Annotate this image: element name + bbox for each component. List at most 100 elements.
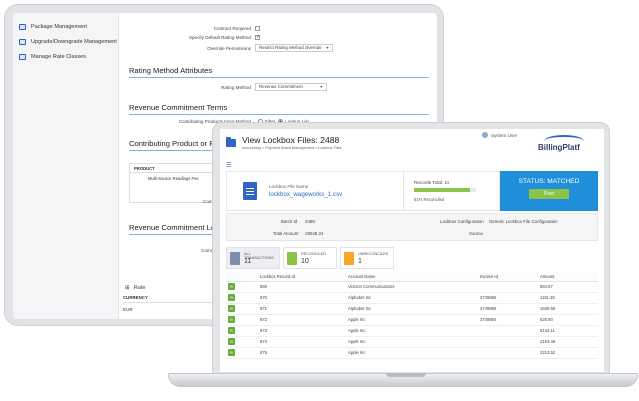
table-header-cell[interactable]: Invoice Id xyxy=(478,273,538,282)
table-header-cell[interactable]: Lockbox Record Id xyxy=(258,273,346,282)
reconciled-progress-bar xyxy=(414,188,476,192)
section-divider xyxy=(129,234,221,235)
sidebar-item-upgrade-downgrade[interactable]: Upgrade/Downgrade Management xyxy=(13,34,118,49)
currency-value: EUR xyxy=(123,307,133,312)
file-name-link[interactable]: lockbox_wageworks_1.csv xyxy=(269,191,342,198)
rating-method-label: Rating Method xyxy=(221,84,251,90)
post-button[interactable]: Post xyxy=(529,189,569,199)
chevron-down-icon: ▼ xyxy=(325,46,330,50)
reconciled-badge: R xyxy=(228,338,235,345)
currency-header: CURRENCY xyxy=(123,295,223,303)
table-row[interactable]: R 869 Verizon Communications 864.67 xyxy=(226,281,598,293)
page-title: View Lockbox Files: 2488 xyxy=(242,135,340,145)
status-text: STATUS: MATCHED xyxy=(518,178,580,185)
override-permissions-row: Override Permissions Restrict Rating Met… xyxy=(119,44,334,52)
transactions-icon xyxy=(230,252,240,265)
table-row[interactable]: R 872 Apple Inc 3749864 626.60 xyxy=(226,314,598,326)
table-row[interactable]: R 873 Apple Inc 5143.11 xyxy=(226,325,598,337)
account-name-cell: Verizon Communications xyxy=(346,281,478,293)
transactions-table: Lockbox Record Id Account Name Invoice I… xyxy=(226,273,598,359)
reconciled-progress-fill xyxy=(414,188,471,192)
record-id-cell: 869 xyxy=(258,281,346,293)
reconciled-badge: R xyxy=(228,283,235,290)
reconciled-badge: R xyxy=(228,305,235,312)
override-permissions-label: Override Permissions xyxy=(207,45,251,51)
rating-method-row: Rating Method Revenue Commitment ▼ xyxy=(119,83,327,91)
revenue-terms-section-title: Revenue Commitment Terms xyxy=(129,103,228,112)
batch-id-value: 2488 xyxy=(305,219,315,224)
tab-all-transactions[interactable]: ALL TRANSACTIONS 11 xyxy=(226,247,280,269)
batch-info-panel: Batch Id 2488 Total Amount 28048.34 Lock… xyxy=(226,213,598,241)
section-divider xyxy=(129,150,221,151)
contract-required-checkbox[interactable] xyxy=(255,26,260,31)
section-divider xyxy=(129,77,429,78)
override-permissions-select[interactable]: Restrict Rating Method Override ▼ xyxy=(255,44,334,52)
records-total-label: Records Total: 11 xyxy=(414,180,450,185)
rate-checkbox-icon[interactable]: ⊞ xyxy=(125,285,130,291)
rating-method-section-title: Rating Method Attributes xyxy=(129,66,213,75)
folder-icon xyxy=(226,137,236,147)
package-icon xyxy=(19,23,26,30)
total-amount-value: 28048.34 xyxy=(305,231,324,236)
tab-count: 10 xyxy=(301,258,309,265)
table-row[interactable]: R 870 Alphabet Inc 3749865 1161.35 xyxy=(226,292,598,304)
unreconciled-icon xyxy=(344,252,354,265)
invoice-id-cell: 3749864 xyxy=(478,314,538,326)
specify-default-checkbox[interactable] xyxy=(255,34,260,40)
page-header: View Lockbox Files: 2488 Accounting > Pa… xyxy=(220,129,604,159)
rate-class-icon xyxy=(19,53,26,60)
invoice-id-cell xyxy=(478,336,538,348)
revenue-levels-section-title: Revenue Commitment Leve xyxy=(129,223,224,232)
filter-icon[interactable]: ☰ xyxy=(226,162,231,169)
account-name-cell: Alphabet Inc xyxy=(346,303,478,315)
table-header-cell[interactable]: Amount xyxy=(538,273,598,282)
status-panel: STATUS: MATCHED Post xyxy=(500,171,598,211)
tab-label: UNRECONCILED xyxy=(358,252,389,256)
sidebar-item-package-management[interactable]: Package Management xyxy=(13,19,118,34)
section-divider xyxy=(129,114,429,115)
amount-cell: 626.60 xyxy=(538,314,598,326)
amount-cell: 1161.35 xyxy=(538,292,598,304)
sidebar-item-label: Upgrade/Downgrade Management xyxy=(31,38,117,45)
account-name-cell: Apple Inc xyxy=(346,325,478,337)
user-menu[interactable]: System User xyxy=(482,132,517,138)
file-name-label: Lockbox File Name xyxy=(269,184,309,189)
lockbox-screen: View Lockbox Files: 2488 Accounting > Pa… xyxy=(220,129,604,372)
table-header-row: Lockbox Record Id Account Name Invoice I… xyxy=(226,273,598,282)
table-row[interactable]: R 875 Apple Inc 2213.52 xyxy=(226,347,598,359)
user-icon xyxy=(482,132,488,138)
table-row[interactable]: R 871 Alphabet Inc 3749865 1639.69 xyxy=(226,303,598,315)
record-id-cell: 873 xyxy=(258,325,346,337)
upgrade-icon xyxy=(19,38,26,45)
document-icon xyxy=(243,182,257,200)
lockbox-config-label: Lockbox Configuration xyxy=(440,219,484,224)
tab-reconciled[interactable]: RECONCILED 10 xyxy=(283,247,337,269)
lockbox-config-value: Generic Lockbox File Configuration xyxy=(489,219,558,224)
sidebar-item-manage-rate-classes[interactable]: Manage Rate Classes xyxy=(13,49,118,64)
chevron-down-icon: ▼ xyxy=(319,85,323,89)
breadcrumb[interactable]: Accounting > Payment Batch Management > … xyxy=(242,146,342,150)
amount-cell: 2153.48 xyxy=(538,336,598,348)
contributing-section-title: Contributing Product or Pac xyxy=(129,139,223,148)
reconciled-percent-text: 91% Reconciled xyxy=(414,197,445,202)
table-row[interactable]: R 874 Apple Inc 2153.48 xyxy=(226,336,598,348)
contract-required-label: Contract Required xyxy=(213,26,251,31)
invoice-id-cell xyxy=(478,325,538,337)
table-header-cell[interactable]: Account Name xyxy=(346,273,478,282)
specify-default-label: Specify Default Rating Method xyxy=(188,35,251,40)
sidebar: Package Management Upgrade/Downgrade Man… xyxy=(13,13,119,319)
tab-label: RECONCILED xyxy=(301,252,326,256)
override-permissions-value: Restrict Rating Method Override xyxy=(259,45,322,50)
amount-cell: 1639.69 xyxy=(538,303,598,315)
specify-default-row: Specify Default Rating Method xyxy=(119,34,260,40)
brand-logo: BillingPlatf xyxy=(538,143,580,152)
tab-unreconciled[interactable]: UNRECONCILED 1 xyxy=(340,247,394,269)
account-name-cell: Apple Inc xyxy=(346,347,478,359)
rating-method-value: Revenue Commitment xyxy=(259,84,303,89)
batch-id-label: Batch Id xyxy=(281,219,298,224)
rating-method-select[interactable]: Revenue Commitment ▼ xyxy=(255,83,327,91)
amount-cell: 864.67 xyxy=(538,281,598,293)
amount-cell: 5143.11 xyxy=(538,325,598,337)
invoice-id-cell: 3749865 xyxy=(478,292,538,304)
file-info-box: Lockbox File Name lockbox_wageworks_1.cs… xyxy=(226,171,404,211)
